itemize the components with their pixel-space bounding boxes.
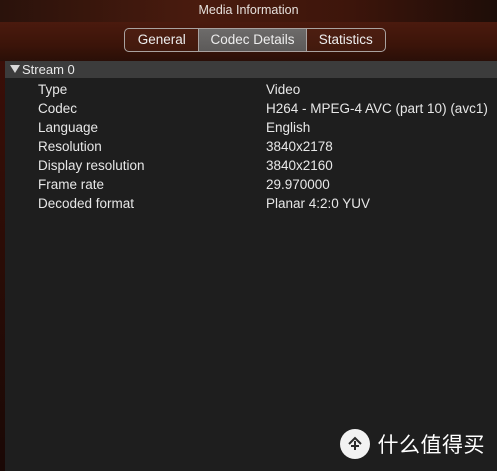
watermark: 什么值得买 (339, 429, 486, 459)
detail-key: Decoded format (38, 196, 135, 211)
detail-value: English (266, 120, 311, 135)
tab-bar: General Codec Details Statistics (124, 28, 386, 52)
details-row: Language English (5, 118, 497, 137)
tab-statistics[interactable]: Statistics (305, 29, 385, 51)
details-row: Codec H264 - MPEG-4 AVC (part 10) (avc1) (5, 99, 497, 118)
media-information-window: Media Information General Codec Details … (0, 0, 497, 471)
details-row: Decoded format Planar 4:2:0 YUV (5, 194, 497, 213)
tab-codec-details[interactable]: Codec Details (198, 29, 306, 51)
detail-key: Resolution (38, 139, 102, 154)
details-row: Frame rate 29.970000 (5, 175, 497, 194)
detail-key: Frame rate (38, 177, 105, 192)
detail-value: 3840x2178 (266, 139, 333, 154)
details-row: Type Video (5, 80, 497, 99)
detail-key: Language (38, 120, 99, 135)
stream-header[interactable]: Stream 0 (5, 61, 497, 78)
details-row: Display resolution 3840x2160 (5, 156, 497, 175)
stream-label: Stream 0 (22, 62, 75, 77)
window-title: Media Information (198, 3, 299, 17)
detail-value: 3840x2160 (266, 158, 333, 173)
titlebar[interactable]: Media Information (0, 0, 497, 22)
toolbar: General Codec Details Statistics (0, 22, 497, 61)
detail-key: Display resolution (38, 158, 145, 173)
detail-value: Planar 4:2:0 YUV (266, 196, 371, 211)
detail-key: Type (38, 82, 68, 97)
detail-value: 29.970000 (266, 177, 330, 192)
detail-value: H264 - MPEG-4 AVC (part 10) (avc1) (266, 101, 488, 116)
details-row: Resolution 3840x2178 (5, 137, 497, 156)
detail-value: Video (266, 82, 301, 97)
codec-details-panel: Stream 0 Type Video Codec H264 - MPEG-4 … (5, 61, 497, 471)
watermark-text: 什么值得买 (377, 434, 485, 457)
detail-key: Codec (38, 101, 78, 116)
tab-general[interactable]: General (125, 29, 198, 51)
disclosure-triangle-icon[interactable] (10, 65, 20, 73)
value-badge-icon (339, 429, 370, 459)
